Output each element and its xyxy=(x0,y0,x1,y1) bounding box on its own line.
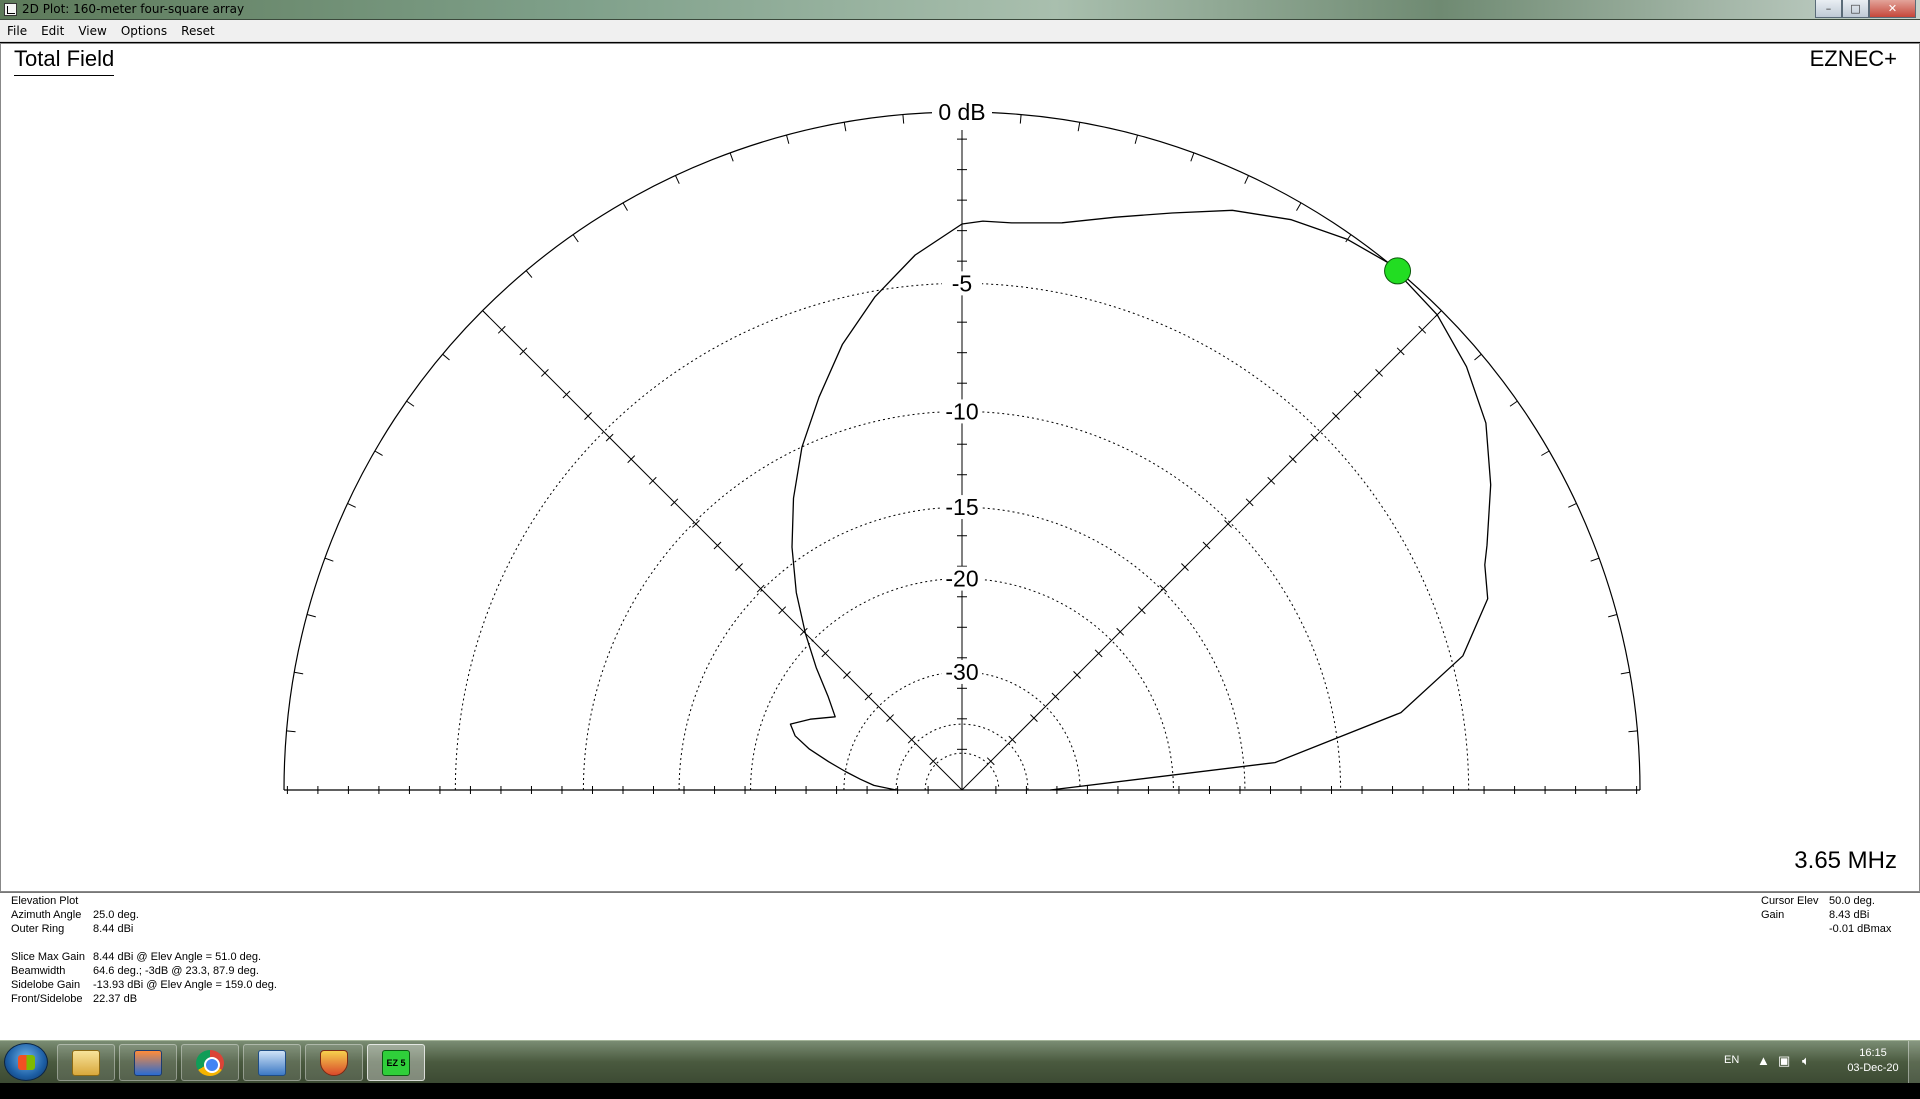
remote-app-icon xyxy=(134,1049,162,1076)
angle-tick xyxy=(1019,114,1022,124)
outer-ring-row: Outer Ring 8.44 dBi xyxy=(11,923,134,935)
close-button[interactable]: ✕ xyxy=(1869,0,1916,18)
ring-label: -30 xyxy=(945,659,978,685)
menu-options[interactable]: Options xyxy=(114,24,174,38)
angle-tick xyxy=(442,353,450,361)
slice-max-gain-row: Slice Max Gain 8.44 dBi @ Elev Angle = 51… xyxy=(11,951,262,963)
beamwidth-row: Beamwidth 64.6 deg.; -3dB @ 23.3, 87.9 de… xyxy=(11,965,259,977)
taskbar-eznec[interactable]: EZ 5 xyxy=(367,1044,425,1081)
angle-tick xyxy=(1244,175,1249,184)
shield-icon xyxy=(320,1049,348,1076)
angle-tick xyxy=(374,450,383,456)
folder-icon xyxy=(72,1049,100,1076)
angle-tick xyxy=(525,270,533,278)
front-sidelobe-row: Front/Sidelobe 22.37 dB xyxy=(11,993,138,1005)
menu-reset[interactable]: Reset xyxy=(174,24,222,38)
taskbar-network-tool[interactable] xyxy=(243,1044,301,1081)
show-desktop-button[interactable] xyxy=(1908,1041,1920,1084)
ring-label: -10 xyxy=(945,398,978,424)
screen-bottom-edge xyxy=(0,1083,1920,1099)
angle-tick xyxy=(324,557,334,562)
minimize-button[interactable]: – xyxy=(1815,0,1842,18)
network-icon[interactable]: ▣ xyxy=(1778,1053,1790,1069)
angle-tick xyxy=(286,730,296,733)
angle-tick xyxy=(1077,122,1081,132)
azimuth-angle-row: Azimuth Angle 25.0 deg. xyxy=(11,909,139,921)
angle-tick xyxy=(843,122,847,132)
plot-title: Total Field xyxy=(14,45,115,76)
angle-tick xyxy=(347,503,356,508)
volume-icon[interactable]: 🔈︎ xyxy=(1802,1053,1810,1069)
program-name: EZNEC+ xyxy=(1809,46,1897,71)
ring-label: -5 xyxy=(952,270,972,296)
chrome-icon xyxy=(196,1049,224,1076)
angle-tick xyxy=(1474,353,1482,361)
sidelobe-gain-row: Sidelobe Gain -13.93 dBi @ Elev Angle = 1… xyxy=(11,979,277,991)
frequency-label: 3.65 MHz xyxy=(1794,847,1897,874)
angle-tick xyxy=(306,614,316,618)
maximize-button[interactable]: □ xyxy=(1842,0,1869,18)
menu-file[interactable]: File xyxy=(0,24,34,38)
clock-date: 03-Dec-20 xyxy=(1847,1062,1899,1074)
radiation-pattern xyxy=(789,209,1492,791)
cursor-gain-row: Gain 8.43 dBi xyxy=(1761,909,1870,921)
plot-grid xyxy=(283,111,1641,794)
angle-tick xyxy=(294,671,304,675)
angle-tick xyxy=(1541,450,1550,456)
angle-tick xyxy=(902,114,905,124)
eznec-icon: EZ 5 xyxy=(382,1049,410,1076)
window-controls: – □ ✕ xyxy=(1815,0,1916,18)
plot-app-icon[interactable] xyxy=(4,3,17,16)
windows-logo-icon xyxy=(18,1055,35,1070)
angle-tick xyxy=(572,234,579,243)
cursor-marker xyxy=(1384,257,1412,285)
menu-view[interactable]: View xyxy=(71,24,113,38)
network-computer-icon xyxy=(258,1049,286,1076)
taskbar: EZ 5 EN ▲ ▣ 🔈︎ 16:15 03-Dec-20 xyxy=(0,1040,1920,1084)
ring-label: -20 xyxy=(945,566,978,592)
angle-tick xyxy=(1590,557,1600,562)
menu-edit[interactable]: Edit xyxy=(34,24,71,38)
angle-tick xyxy=(1608,614,1618,618)
window-title: 2D Plot: 160-meter four-square array xyxy=(22,2,245,16)
language-indicator[interactable]: EN xyxy=(1724,1054,1739,1066)
taskbar-remote-app[interactable] xyxy=(119,1044,177,1081)
cursor-gain-dbmax: -0.01 dBmax xyxy=(1829,923,1892,935)
cursor-elev-row: Cursor Elev 50.0 deg. xyxy=(1761,895,1875,907)
angle-tick xyxy=(1568,503,1577,508)
angle-tick xyxy=(1296,202,1302,211)
angle-tick xyxy=(1509,400,1518,407)
polar-plot[interactable]: 0 dB -5 -10 -15 -20 -30 xyxy=(1,44,1919,891)
angle-tick xyxy=(675,175,680,184)
taskbar-chrome[interactable] xyxy=(181,1044,239,1081)
clock-time: 16:15 xyxy=(1859,1047,1887,1059)
info-panel: Elevation Plot Azimuth Angle 25.0 deg. Ou… xyxy=(0,892,1920,1040)
ring-label: 0 dB xyxy=(938,99,985,125)
taskbar-file-explorer[interactable] xyxy=(57,1044,115,1081)
angle-tick xyxy=(622,202,628,211)
angle-tick xyxy=(1190,152,1195,162)
angle-tick xyxy=(1628,730,1638,733)
title-bar[interactable]: 2D Plot: 160-meter four-square array – □… xyxy=(0,0,1920,20)
angle-tick xyxy=(786,134,790,144)
plot-type: Elevation Plot xyxy=(11,895,79,907)
clock[interactable]: 16:15 03-Dec-20 xyxy=(1838,1046,1908,1076)
show-hidden-icons-icon[interactable]: ▲ xyxy=(1757,1053,1770,1068)
pattern-layer xyxy=(789,209,1492,791)
angle-tick xyxy=(1134,134,1138,144)
menu-bar: File Edit View Options Reset xyxy=(0,20,1920,42)
cursor-layer xyxy=(1384,257,1412,285)
plot-area[interactable]: 0 dB -5 -10 -15 -20 -30 Total Field EZNEC+ 3.… xyxy=(0,43,1920,892)
start-button[interactable] xyxy=(4,1043,48,1081)
angle-tick xyxy=(406,400,415,407)
taskbar-security-shield[interactable] xyxy=(305,1044,363,1081)
angle-tick xyxy=(1620,671,1630,675)
ring-label: -15 xyxy=(945,494,978,520)
angle-tick xyxy=(729,152,734,162)
